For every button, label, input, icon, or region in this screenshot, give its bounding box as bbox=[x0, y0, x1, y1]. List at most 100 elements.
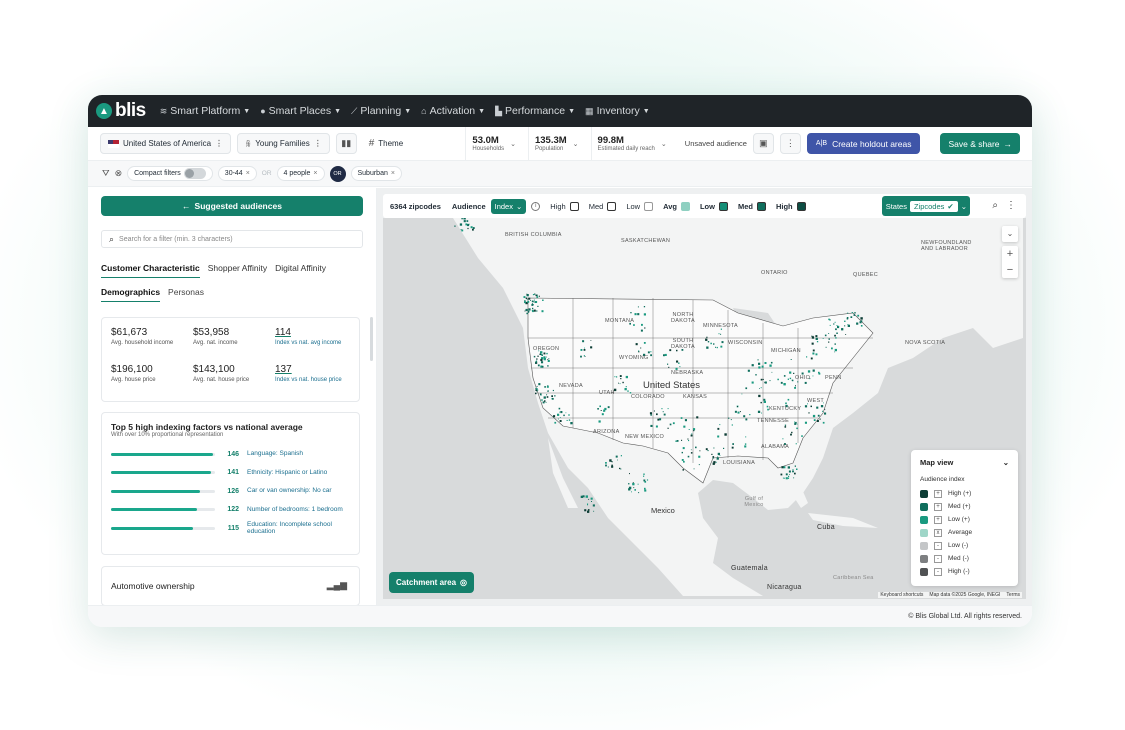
filter-chip-household[interactable]: 4 people × bbox=[276, 166, 325, 181]
check-low-plus[interactable]: Low bbox=[700, 201, 728, 211]
nav-inventory[interactable]: ▦ Inventory ▼ bbox=[585, 105, 650, 117]
audience-dot bbox=[668, 366, 670, 368]
close-icon[interactable]: × bbox=[391, 170, 395, 177]
kebab-icon[interactable]: ⋮ bbox=[1006, 200, 1016, 211]
chevron-down-icon[interactable]: ⌄ bbox=[1003, 458, 1009, 467]
terms-link[interactable]: Terms bbox=[1006, 592, 1020, 598]
audience-dot bbox=[757, 359, 759, 361]
audience-dot bbox=[792, 469, 794, 471]
factor-row[interactable]: 146 Language: Spanish bbox=[111, 447, 356, 461]
audience-dot bbox=[632, 483, 635, 486]
toggle-switch[interactable] bbox=[183, 168, 206, 179]
audience-dot bbox=[718, 333, 720, 335]
audience-dot bbox=[806, 356, 808, 358]
filter-chip-suburban[interactable]: Suburban × bbox=[350, 166, 402, 181]
audience-dot bbox=[801, 435, 803, 437]
population-stat[interactable]: 135.3M Population ⌄ bbox=[527, 126, 585, 161]
map-label-ohio: OHIO bbox=[795, 375, 811, 381]
close-icon[interactable]: × bbox=[313, 170, 317, 177]
nav-smart-platform[interactable]: ≋ Smart Platform ▼ bbox=[160, 105, 251, 117]
kpi-house-price-index[interactable]: 137 Index vs nat. house price bbox=[275, 364, 355, 384]
checkbox[interactable] bbox=[680, 201, 690, 211]
map-label-north-dakota: NORTH DAKOTA bbox=[670, 312, 695, 324]
legend-row[interactable]: - Med (-) bbox=[920, 552, 1009, 565]
legend-header[interactable]: Map view ⌄ bbox=[920, 458, 1009, 467]
map-canvas[interactable]: BRITISH COLUMBIA SASKATCHEWAN NEWFOUNDLA… bbox=[383, 218, 1026, 599]
states-label[interactable]: States bbox=[886, 202, 907, 211]
zipcodes-option[interactable]: Zipcodes ✔ bbox=[909, 200, 958, 212]
households-stat[interactable]: 53.0M Households ⌄ bbox=[465, 126, 522, 161]
legend-row[interactable]: - Low (-) bbox=[920, 539, 1009, 552]
automotive-card[interactable]: Automotive ownership ▂▄▆ bbox=[101, 566, 360, 605]
index-dropdown[interactable]: Index ⌄ bbox=[490, 198, 527, 214]
legend-row[interactable]: + Med (+) bbox=[920, 500, 1009, 513]
keyboard-shortcuts-link[interactable]: Keyboard shortcuts bbox=[880, 592, 923, 598]
country-selector[interactable]: United States of America ⋮ bbox=[100, 133, 232, 154]
kpi-house-price: $196,100 Avg. house price bbox=[111, 364, 191, 384]
reach-stat[interactable]: 99.8M Estimated daily reach ⌄ bbox=[590, 126, 673, 161]
or-operator[interactable]: OR bbox=[329, 165, 346, 182]
info-icon[interactable]: i bbox=[531, 201, 541, 211]
suggested-audiences-button[interactable]: ← Suggested audiences bbox=[101, 196, 363, 216]
compact-filters-toggle[interactable]: Compact filters bbox=[127, 166, 213, 181]
audience-dot bbox=[545, 401, 547, 403]
save-icon-button[interactable]: ▣ bbox=[752, 133, 774, 154]
checkbox[interactable] bbox=[607, 201, 617, 211]
geo-level-selector[interactable]: States Zipcodes ✔ ⌄ bbox=[881, 196, 970, 216]
audience-dot bbox=[644, 327, 646, 329]
zip-label: Zipcodes bbox=[913, 201, 945, 211]
factor-row[interactable]: 126 Car or van ownership: No car bbox=[111, 484, 356, 498]
more-button[interactable]: ⋮ bbox=[779, 133, 801, 154]
blis-logo[interactable]: ▲ blis bbox=[96, 100, 146, 122]
factor-row[interactable]: 122 Number of bedrooms: 1 bedroom bbox=[111, 503, 356, 517]
filter-search-input[interactable]: ⌕ Search for a filter (min. 3 characters… bbox=[101, 230, 363, 248]
collapse-button[interactable]: ⌄ bbox=[1002, 226, 1018, 242]
theme-button[interactable]: # Theme bbox=[369, 138, 403, 149]
clear-filters-icon[interactable]: ⊗ bbox=[115, 168, 123, 179]
factor-row[interactable]: 141 Ethnicity: Hispanic or Latino bbox=[111, 466, 356, 480]
scrollbar[interactable] bbox=[370, 317, 373, 361]
close-icon[interactable]: × bbox=[246, 170, 250, 177]
audience-dot bbox=[584, 509, 587, 512]
kpi-income-index[interactable]: 114 Index vs nat. avg income bbox=[275, 327, 355, 347]
segment-selector[interactable]: ꆜ Young Families ⋮ bbox=[237, 133, 330, 154]
nav-planning[interactable]: ⟋ Planning ▼ bbox=[351, 105, 411, 117]
check-high-minus[interactable]: High bbox=[550, 201, 579, 211]
tab-digital-affinity[interactable]: Digital Affinity bbox=[275, 263, 326, 278]
checkbox[interactable] bbox=[756, 201, 766, 211]
sub-tabs: Demographics Personas bbox=[101, 287, 204, 302]
checkbox[interactable] bbox=[569, 201, 579, 211]
check-low-minus[interactable]: Low bbox=[626, 201, 654, 211]
zoom-out-button[interactable]: − bbox=[1002, 262, 1018, 278]
audience-dot bbox=[598, 420, 601, 423]
tab-shopper-affinity[interactable]: Shopper Affinity bbox=[208, 263, 267, 278]
tab-customer-characteristic[interactable]: Customer Characteristic bbox=[101, 263, 200, 278]
check-med-plus[interactable]: Med bbox=[738, 201, 766, 211]
check-high-plus[interactable]: High bbox=[776, 201, 806, 211]
chart-button[interactable]: ▮▮ bbox=[335, 133, 357, 154]
legend-row[interactable]: - High (-) bbox=[920, 565, 1009, 578]
legend-row[interactable]: + High (+) bbox=[920, 487, 1009, 500]
catchment-area-button[interactable]: Catchment area ◎ bbox=[389, 572, 475, 593]
save-share-button[interactable]: Save & share → bbox=[940, 133, 1020, 154]
checkbox[interactable] bbox=[718, 201, 728, 211]
bar-chart-icon[interactable]: ▂▄▆ bbox=[327, 580, 347, 591]
filter-icon[interactable]: ⛛ bbox=[102, 168, 110, 179]
checkbox[interactable] bbox=[796, 201, 806, 211]
check-avg[interactable]: Avg bbox=[663, 201, 690, 211]
check-med-minus[interactable]: Med bbox=[589, 201, 617, 211]
legend-row[interactable]: x Average bbox=[920, 526, 1009, 539]
checkbox[interactable] bbox=[644, 201, 654, 211]
nav-performance[interactable]: ▙ Performance ▼ bbox=[495, 105, 575, 117]
audience-dot bbox=[815, 337, 818, 340]
legend-row[interactable]: + Low (+) bbox=[920, 513, 1009, 526]
tab-demographics[interactable]: Demographics bbox=[101, 287, 161, 302]
tab-personas[interactable]: Personas bbox=[168, 287, 204, 302]
filter-chip-age[interactable]: 30-44 × bbox=[217, 166, 257, 181]
nav-activation[interactable]: ⌂ Activation ▼ bbox=[421, 105, 485, 117]
zoom-in-button[interactable]: + bbox=[1002, 246, 1018, 262]
create-holdout-button[interactable]: A|B Create holdout areas bbox=[806, 133, 921, 154]
nav-smart-places[interactable]: ● Smart Places ▼ bbox=[260, 105, 341, 117]
search-icon[interactable]: ⌕ bbox=[992, 200, 998, 211]
factor-row[interactable]: 115 Education: Incomplete school educatio… bbox=[111, 521, 356, 535]
